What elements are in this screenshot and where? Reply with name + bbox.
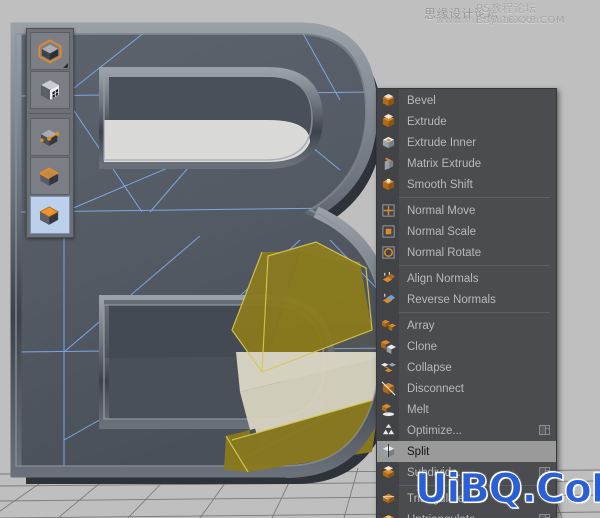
menu-item-label: Bevel bbox=[407, 94, 436, 107]
array-icon bbox=[377, 315, 399, 336]
menu-item-label: Melt bbox=[407, 403, 429, 416]
reverse-normals-icon bbox=[377, 289, 399, 310]
sidebar-item-model-mode[interactable] bbox=[30, 32, 70, 70]
cube-outline-icon bbox=[38, 39, 62, 64]
menu-separator bbox=[399, 197, 550, 198]
palette-group-top bbox=[27, 29, 73, 112]
menu-item-array[interactable]: Array bbox=[377, 315, 556, 336]
menu-item-normal-scale[interactable]: Normal Scale bbox=[377, 221, 556, 242]
menu-item-label: Align Normals bbox=[407, 272, 479, 285]
menu-item-normal-rotate[interactable]: Normal Rotate bbox=[377, 242, 556, 263]
menu-item-collapse[interactable]: Collapse bbox=[377, 357, 556, 378]
cube-checker-icon bbox=[41, 80, 59, 100]
corner-expand-indicator[interactable] bbox=[63, 63, 68, 68]
menu-item-label: Untriangulate... bbox=[399, 514, 485, 518]
menu-item-extrude-inner[interactable]: Extrude Inner bbox=[377, 132, 556, 153]
cube-polygon-icon bbox=[39, 206, 59, 225]
palette-separator bbox=[29, 113, 71, 114]
clone-icon bbox=[377, 336, 399, 357]
sidebar-item-edges-mode[interactable] bbox=[30, 157, 70, 195]
menu-item-label: Normal Rotate bbox=[407, 246, 482, 259]
palette-group-components bbox=[27, 115, 73, 237]
menu-item-clone[interactable]: Clone bbox=[377, 336, 556, 357]
menu-item-disconnect[interactable]: Disconnect bbox=[377, 378, 556, 399]
menu-item-melt[interactable]: Melt bbox=[377, 399, 556, 420]
melt-icon bbox=[377, 399, 399, 420]
extrude-inner-icon bbox=[377, 132, 399, 153]
menu-item-reverse-normals[interactable]: Reverse Normals bbox=[377, 289, 556, 310]
menu-item-optimize[interactable]: Optimize... bbox=[377, 420, 556, 441]
cube-points-icon bbox=[40, 129, 60, 146]
watermark-line-2: PS教程论坛 bbox=[476, 2, 537, 15]
menu-item-extrude[interactable]: Extrude bbox=[377, 111, 556, 132]
menu-item-smooth-shift[interactable]: Smooth Shift bbox=[377, 174, 556, 195]
normal-rotate-icon bbox=[377, 242, 399, 263]
bevel-icon bbox=[377, 90, 399, 111]
watermark-line-4: www.missyuan.com bbox=[436, 15, 543, 26]
submenu-indicator-icon[interactable] bbox=[539, 514, 550, 518]
optimize-icon bbox=[377, 420, 399, 441]
cube-edges-icon bbox=[39, 167, 59, 186]
normal-move-icon bbox=[377, 200, 399, 221]
split-icon bbox=[377, 441, 399, 462]
menu-item-label: Matrix Extrude bbox=[407, 157, 482, 170]
menu-item-split[interactable]: Split bbox=[377, 441, 556, 462]
watermark-top: 思缘设计论坛 PS教程论坛 BBS.16XX8.COM www.missyuan… bbox=[424, 2, 600, 28]
collapse-icon bbox=[377, 357, 399, 378]
menu-item-label: Reverse Normals bbox=[407, 293, 496, 306]
subdivide-icon bbox=[377, 462, 399, 483]
triangulate-icon bbox=[377, 488, 399, 509]
mesh-commands-menu[interactable]: Bevel Extrude Extrude Inner Matrix Extrude S… bbox=[376, 88, 557, 518]
menu-item-label: Clone bbox=[407, 340, 438, 353]
menu-item-label: Extrude bbox=[407, 115, 447, 128]
sidebar-item-polygons-mode[interactable] bbox=[30, 196, 70, 234]
disconnect-icon bbox=[377, 378, 399, 399]
untriangulate-icon bbox=[377, 509, 399, 518]
menu-separator bbox=[399, 312, 550, 313]
mode-palette[interactable] bbox=[26, 28, 74, 238]
menu-item-label: Split bbox=[407, 445, 430, 458]
menu-item-align-normals[interactable]: Align Normals bbox=[377, 268, 556, 289]
menu-separator bbox=[399, 265, 550, 266]
menu-item-matrix-extrude[interactable]: Matrix Extrude bbox=[377, 153, 556, 174]
menu-item-label: Array bbox=[407, 319, 435, 332]
menu-item-bevel[interactable]: Bevel bbox=[377, 90, 556, 111]
menu-item-label: Disconnect bbox=[407, 382, 464, 395]
sidebar-item-points-mode[interactable] bbox=[30, 118, 70, 156]
watermark-bottom: UiBQ.CoM bbox=[415, 466, 600, 513]
smooth-shift-icon bbox=[377, 174, 399, 195]
menu-item-label: Normal Move bbox=[407, 204, 476, 217]
align-normals-icon bbox=[377, 268, 399, 289]
menu-item-normal-move[interactable]: Normal Move bbox=[377, 200, 556, 221]
menu-item-label: Smooth Shift bbox=[407, 178, 473, 191]
menu-item-label: Normal Scale bbox=[407, 225, 477, 238]
menu-item-label: Extrude Inner bbox=[407, 136, 477, 149]
sidebar-item-texture-mode[interactable] bbox=[30, 71, 70, 109]
menu-item-label: Collapse bbox=[407, 361, 452, 374]
application-window: Bevel Extrude Extrude Inner Matrix Extrude S… bbox=[0, 0, 600, 518]
submenu-indicator-icon[interactable] bbox=[539, 425, 550, 435]
matrix-extrude-icon bbox=[377, 153, 399, 174]
normal-scale-icon bbox=[377, 221, 399, 242]
menu-item-label: Optimize... bbox=[407, 424, 462, 437]
extrude-icon bbox=[377, 111, 399, 132]
